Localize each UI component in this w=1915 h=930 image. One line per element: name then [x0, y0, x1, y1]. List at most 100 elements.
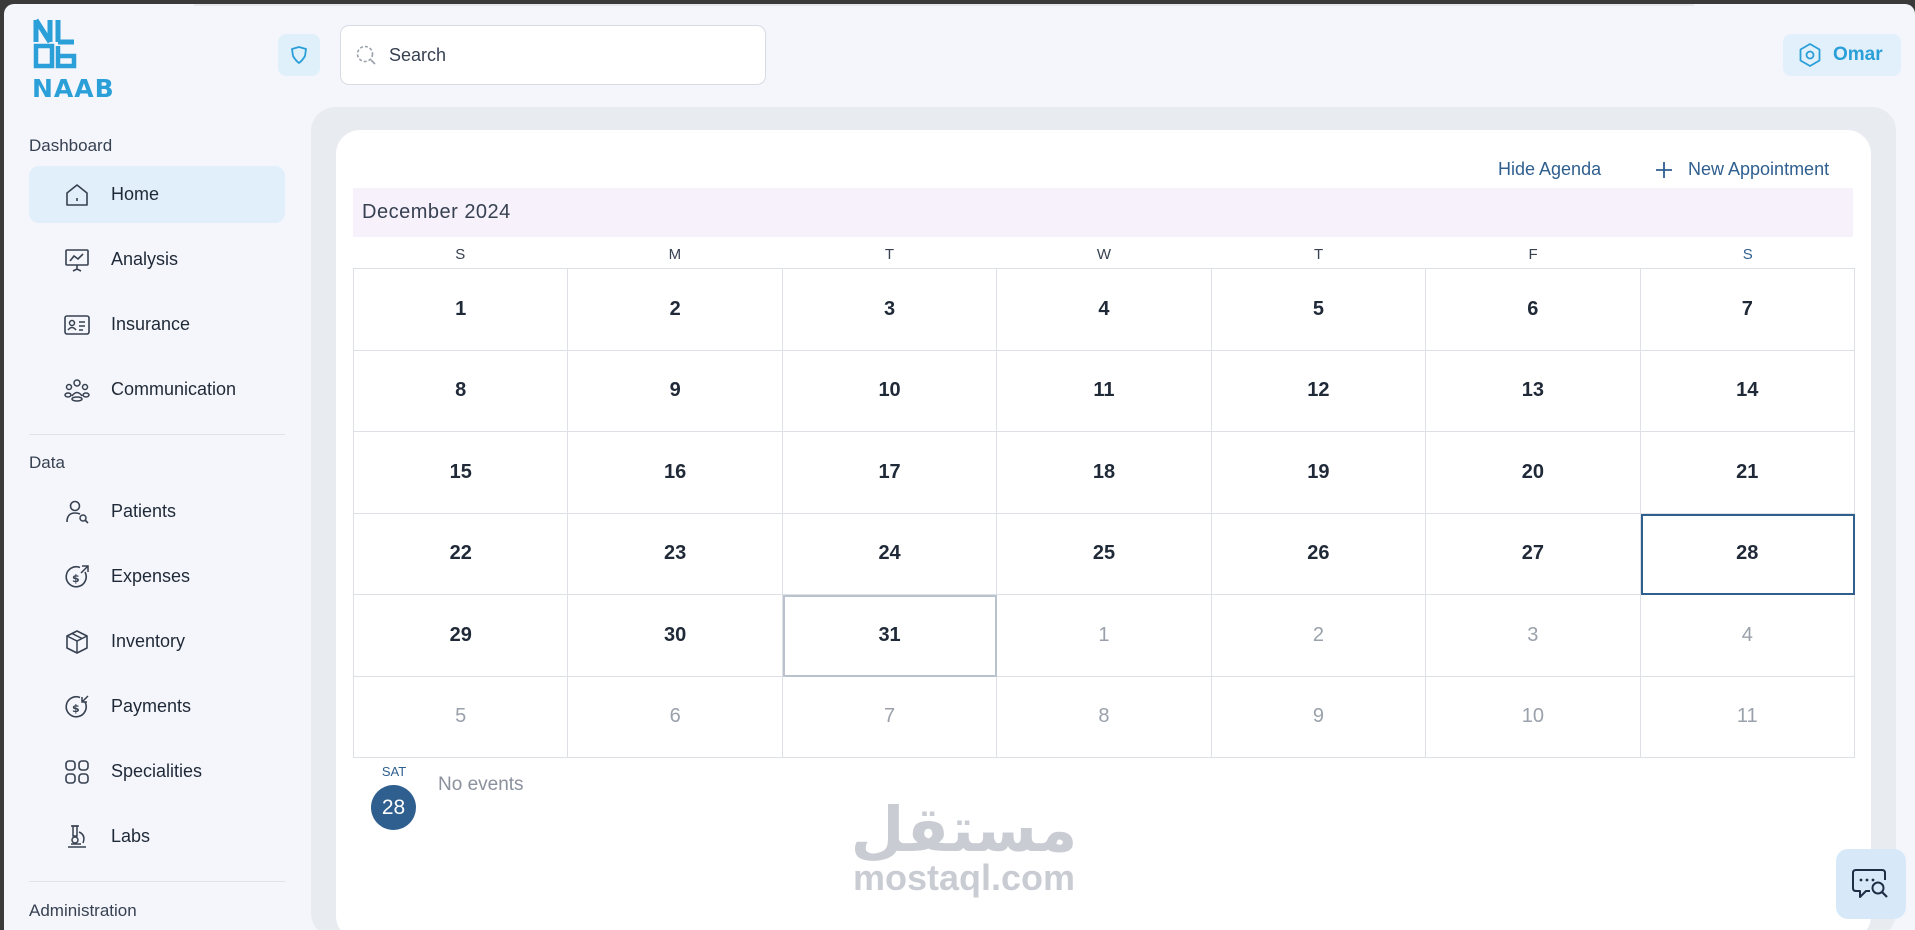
chat-search-icon — [1852, 869, 1888, 898]
calendar-day-cell[interactable]: 15 — [354, 432, 569, 514]
sidebar-divider — [29, 881, 285, 882]
hexagon-settings-icon — [1799, 43, 1821, 67]
calendar-day-cell[interactable]: 4 — [997, 269, 1212, 351]
weekday-label: W — [1096, 246, 1112, 263]
sidebar: NAAB Dashboard Home Analysis Insurance C… — [4, 4, 320, 930]
watermark: مستقل mostaql.com — [844, 799, 1084, 899]
section-label-dashboard: Dashboard — [29, 136, 113, 155]
calendar-day-cell[interactable]: 11 — [997, 350, 1212, 432]
search-box[interactable] — [340, 25, 766, 85]
calendar-day-cell[interactable]: 16 — [568, 432, 783, 514]
agenda-day-number[interactable]: 28 — [371, 785, 416, 830]
calendar-day-cell[interactable]: 9 — [1211, 676, 1427, 758]
dollar-in-icon: $ — [63, 693, 91, 721]
calendar-day-cell[interactable]: 11 — [1640, 676, 1855, 758]
search-icon — [356, 45, 376, 65]
calendar-day-cell[interactable]: 14 — [1640, 350, 1855, 432]
sidebar-item-label: Payments — [111, 696, 192, 716]
sidebar-item-label: Analysis — [111, 249, 179, 269]
hide-agenda-label: Hide Agenda — [1498, 159, 1602, 179]
calendar-day-cell[interactable]: 10 — [782, 350, 998, 432]
agenda-date: SAT 28 — [371, 764, 417, 830]
calendar-day-cell[interactable]: 1 — [354, 269, 569, 351]
sidebar-item-communication[interactable]: Communication — [29, 361, 285, 418]
shield-button[interactable] — [278, 34, 320, 76]
sidebar-item-label: Labs — [111, 826, 151, 846]
calendar-day-cell[interactable]: 8 — [997, 676, 1212, 758]
user-menu-button[interactable]: Omar — [1783, 34, 1901, 76]
group-icon — [63, 376, 91, 404]
weekday-label: S — [455, 246, 466, 263]
sidebar-item-specialities[interactable]: Specialities — [29, 743, 285, 800]
sidebar-item-payments[interactable]: $ Payments — [29, 678, 285, 735]
calendar-day-cell[interactable]: 26 — [1211, 513, 1427, 595]
sidebar-item-label: Patients — [111, 501, 177, 521]
calendar-day-cell[interactable]: 6 — [1426, 269, 1641, 351]
sidebar-item-inventory[interactable]: Inventory — [29, 613, 285, 670]
sidebar-item-insurance[interactable]: Insurance — [29, 296, 285, 353]
calendar-day-cell[interactable]: 20 — [1426, 432, 1641, 514]
sidebar-item-home[interactable]: Home — [29, 166, 285, 223]
dollar-out-icon: $ — [63, 563, 91, 591]
calendar-day-cell[interactable]: 12 — [1211, 350, 1427, 432]
calendar-day-cell[interactable]: 21 — [1640, 432, 1855, 514]
calendar-day-cell[interactable]: 2 — [1211, 595, 1427, 677]
calendar-day-cell[interactable]: 31 — [782, 595, 998, 677]
new-appointment-button[interactable]: New Appointment — [1654, 159, 1829, 180]
weekday-label: T — [884, 246, 894, 263]
no-events-text: No events — [438, 774, 524, 795]
box-icon — [63, 628, 91, 656]
section-label-administration: Administration — [29, 901, 137, 920]
calendar-day-cell[interactable]: 10 — [1426, 676, 1641, 758]
sidebar-item-label: Insurance — [111, 314, 191, 334]
section-label-data: Data — [29, 453, 65, 472]
calendar-day-cell[interactable]: 13 — [1426, 350, 1641, 432]
hide-agenda-button[interactable]: Hide Agenda — [1498, 159, 1601, 180]
calendar-day-cell[interactable]: 25 — [997, 513, 1212, 595]
naab-logo-icon — [33, 18, 77, 69]
calendar-day-cell[interactable]: 4 — [1640, 595, 1855, 677]
svg-text:$: $ — [72, 572, 80, 585]
calendar-day-cell[interactable]: 19 — [1211, 432, 1427, 514]
search-input[interactable] — [389, 44, 749, 66]
calendar-day-cell[interactable]: 9 — [568, 350, 783, 432]
calendar-day-cell[interactable]: 5 — [354, 676, 569, 758]
sidebar-item-label: Home — [111, 184, 160, 204]
calendar-day-cell[interactable]: 7 — [1640, 269, 1855, 351]
sidebar-item-patients[interactable]: Patients — [29, 483, 285, 540]
calendar-day-cell[interactable]: 28 — [1640, 513, 1855, 595]
brand-name: NAAB — [32, 74, 115, 103]
calendar-day-cell[interactable]: 24 — [782, 513, 998, 595]
watermark-text: mostaql.com — [852, 857, 1076, 898]
presentation-chart-icon — [63, 246, 91, 274]
calendar-day-cell[interactable]: 1 — [997, 595, 1212, 677]
calendar-day-cell[interactable]: 3 — [1426, 595, 1641, 677]
calendar-day-cell[interactable]: 5 — [1211, 269, 1427, 351]
calendar-day-cell[interactable]: 30 — [568, 595, 783, 677]
calendar-day-cell[interactable]: 17 — [782, 432, 998, 514]
sidebar-item-expenses[interactable]: $ Expenses — [29, 548, 285, 605]
calendar-day-cell[interactable]: 22 — [354, 513, 569, 595]
sidebar-divider — [29, 434, 285, 435]
weekday-label: M — [668, 246, 682, 263]
weekday-label: T — [1313, 246, 1324, 263]
sidebar-item-label: Specialities — [111, 761, 203, 781]
calendar-day-cell[interactable]: 29 — [354, 595, 569, 677]
calendar-day-cell[interactable]: 23 — [568, 513, 783, 595]
svg-text:$: $ — [72, 702, 80, 715]
calendar-day-cell[interactable]: 18 — [997, 432, 1212, 514]
calendar-day-cell[interactable]: 7 — [782, 676, 998, 758]
user-search-icon — [63, 498, 91, 526]
calendar-day-cell[interactable]: 3 — [782, 269, 998, 351]
shield-icon — [291, 46, 307, 64]
chat-support-button[interactable] — [1836, 849, 1906, 919]
plus-icon — [1656, 161, 1672, 178]
weekday-label: S — [1742, 246, 1753, 263]
sidebar-item-labs[interactable]: Labs — [29, 808, 285, 865]
calendar-day-cell[interactable]: 27 — [1426, 513, 1641, 595]
watermark-logo: مستقل — [850, 793, 1078, 866]
calendar-day-cell[interactable]: 2 — [568, 269, 783, 351]
calendar-day-cell[interactable]: 6 — [568, 676, 783, 758]
sidebar-item-analysis[interactable]: Analysis — [29, 231, 285, 288]
calendar-day-cell[interactable]: 8 — [354, 350, 569, 432]
